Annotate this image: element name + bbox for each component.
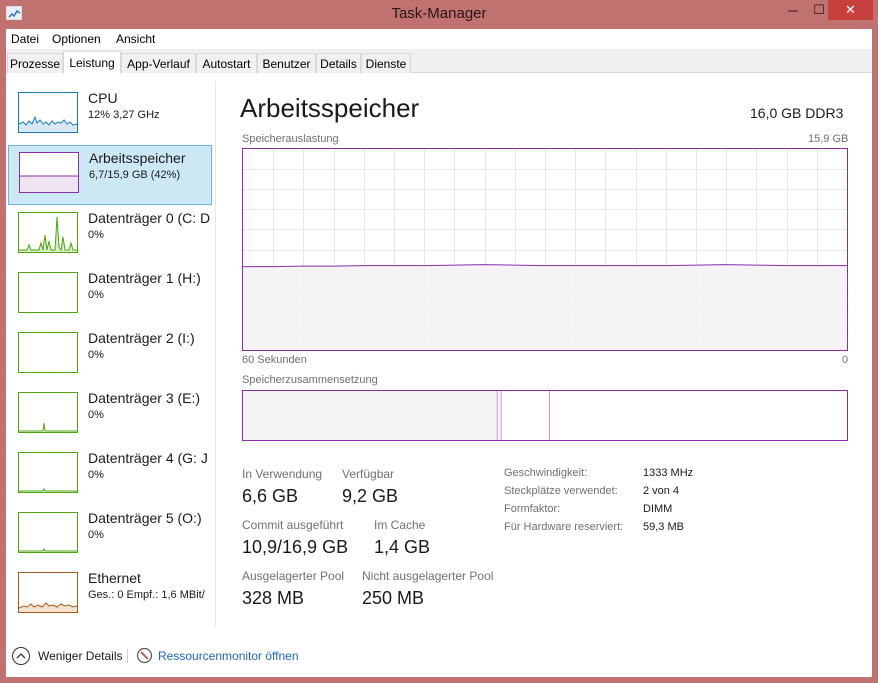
sidebar-memory-sub: 6,7/15,9 GB (42%) bbox=[89, 169, 181, 181]
tab-autostart[interactable]: Autostart bbox=[196, 53, 257, 73]
sidebar-item-disk5[interactable]: Datenträger 5 (O:) 0% bbox=[8, 506, 212, 566]
sidebar-disk2-name: Datenträger 2 (I:) bbox=[88, 330, 195, 346]
info-slots-label: Steckplätze verwendet: bbox=[504, 485, 618, 497]
chevron-up-icon bbox=[12, 647, 30, 665]
sidebar-item-ethernet[interactable]: Ethernet Ges.: 0 Empf.: 1,6 MBit/ bbox=[8, 566, 212, 626]
page-title: Arbeitsspeicher bbox=[240, 93, 420, 123]
menu-optionen[interactable]: Optionen bbox=[52, 32, 101, 46]
sidebar-disk3-sub: 0% bbox=[88, 409, 104, 421]
cpu-graph-icon bbox=[18, 92, 78, 133]
sidebar-memory-name: Arbeitsspeicher bbox=[89, 150, 186, 166]
sidebar-disk5-name: Datenträger 5 (O:) bbox=[88, 510, 202, 526]
window-title: Task-Manager bbox=[391, 5, 487, 22]
info-reserved-label: Für Hardware reserviert: bbox=[504, 521, 624, 533]
tab-benutzer[interactable]: Benutzer bbox=[257, 53, 316, 73]
graph-time-left: 60 Sekunden bbox=[242, 354, 307, 366]
performance-sidebar: CPU 12% 3,27 GHz Arbeitsspeicher 6,7/15,… bbox=[6, 74, 216, 629]
sidebar-item-disk2[interactable]: Datenträger 2 (I:) 0% bbox=[8, 326, 212, 386]
sidebar-divider bbox=[215, 81, 216, 626]
disk-graph-icon bbox=[18, 512, 78, 553]
composition-in-use bbox=[243, 391, 497, 440]
disk-graph-icon bbox=[18, 332, 78, 373]
stat-nonpaged-pool-label: Nicht ausgelagerter Pool bbox=[362, 569, 494, 583]
resource-monitor-link[interactable]: Ressourcenmonitor öffnen bbox=[136, 645, 306, 667]
tab-dienste[interactable]: Dienste bbox=[361, 53, 411, 73]
sidebar-disk0-sub: 0% bbox=[88, 229, 104, 241]
composition-label: Speicherzusammensetzung bbox=[242, 374, 378, 386]
fewer-details-button[interactable]: Weniger Details bbox=[12, 645, 124, 667]
fewer-details-label: Weniger Details bbox=[38, 649, 123, 663]
sidebar-disk2-sub: 0% bbox=[88, 349, 104, 361]
sidebar-item-disk0[interactable]: Datenträger 0 (C: D 0% bbox=[8, 206, 212, 266]
sidebar-disk0-name: Datenträger 0 (C: D bbox=[88, 210, 211, 226]
sidebar-disk1-sub: 0% bbox=[88, 289, 104, 301]
sidebar-disk4-sub: 0% bbox=[88, 469, 104, 481]
sidebar-item-disk3[interactable]: Datenträger 3 (E:) 0% bbox=[8, 386, 212, 446]
title-bar: Task-Manager ─ ☐ ✕ bbox=[0, 0, 878, 29]
sidebar-item-memory[interactable]: Arbeitsspeicher 6,7/15,9 GB (42%) bbox=[8, 145, 212, 205]
menu-ansicht[interactable]: Ansicht bbox=[116, 32, 155, 46]
sidebar-item-disk1[interactable]: Datenträger 1 (H:) 0% bbox=[8, 266, 212, 326]
sidebar-ethernet-name: Ethernet bbox=[88, 570, 141, 586]
resource-monitor-icon bbox=[136, 647, 153, 669]
resource-monitor-label: Ressourcenmonitor öffnen bbox=[158, 649, 299, 663]
disk-graph-icon bbox=[18, 272, 78, 313]
tab-app-verlauf[interactable]: App-Verlauf bbox=[121, 53, 196, 73]
usage-area bbox=[243, 264, 847, 350]
close-button[interactable]: ✕ bbox=[828, 0, 873, 20]
sidebar-ethernet-sub: Ges.: 0 Empf.: 1,6 MBit/ bbox=[88, 589, 205, 601]
memory-type: 16,0 GB DDR3 bbox=[750, 105, 844, 121]
info-speed-value: 1333 MHz bbox=[643, 467, 694, 479]
network-graph-icon bbox=[18, 572, 78, 613]
info-formfactor-value: DIMM bbox=[643, 503, 673, 515]
disk-graph-icon bbox=[18, 392, 78, 433]
sidebar-disk1-name: Datenträger 1 (H:) bbox=[88, 270, 201, 286]
info-reserved-value: 59,3 MB bbox=[643, 521, 684, 533]
menu-datei[interactable]: Datei bbox=[11, 32, 39, 46]
memory-graph-icon bbox=[19, 152, 79, 193]
disk-graph-icon bbox=[18, 452, 78, 493]
memory-composition-bar bbox=[242, 390, 848, 441]
sidebar-disk4-name: Datenträger 4 (G: J bbox=[88, 450, 208, 466]
stat-paged-pool-label: Ausgelagerter Pool bbox=[242, 569, 345, 583]
stat-cached-value: 1,4 GB bbox=[374, 537, 431, 557]
usage-graph-max: 15,9 GB bbox=[808, 133, 849, 145]
stat-cached-label: Im Cache bbox=[374, 518, 426, 532]
footer-bar: Weniger Details Ressourcenmonitor öffnen bbox=[6, 635, 872, 677]
sidebar-item-cpu[interactable]: CPU 12% 3,27 GHz bbox=[8, 86, 212, 146]
graph-time-right: 0 bbox=[842, 354, 849, 366]
info-formfactor-label: Formfaktor: bbox=[504, 503, 561, 515]
tab-bar: Prozesse Leistung App-Verlauf Autostart … bbox=[6, 49, 872, 74]
disk-graph-icon bbox=[18, 212, 78, 253]
stat-paged-pool-value: 328 MB bbox=[242, 588, 305, 608]
tab-leistung[interactable]: Leistung bbox=[63, 51, 121, 74]
stat-available-value: 9,2 GB bbox=[342, 486, 399, 506]
window-client: Datei Optionen Ansicht Prozesse Leistung… bbox=[6, 29, 872, 677]
stat-in-use-label: In Verwendung bbox=[242, 467, 323, 481]
sidebar-cpu-sub: 12% 3,27 GHz bbox=[88, 109, 160, 121]
usage-graph-label: Speicherauslastung bbox=[242, 133, 339, 145]
tab-prozesse[interactable]: Prozesse bbox=[7, 53, 63, 73]
sidebar-cpu-name: CPU bbox=[88, 90, 118, 106]
stat-available-label: Verfügbar bbox=[342, 467, 395, 481]
sidebar-item-disk4[interactable]: Datenträger 4 (G: J 0% bbox=[8, 446, 212, 506]
stat-commit-label: Commit ausgeführt bbox=[242, 518, 344, 532]
sidebar-disk3-name: Datenträger 3 (E:) bbox=[88, 390, 201, 406]
composition-modified bbox=[497, 391, 501, 440]
info-speed-label: Geschwindigkeit: bbox=[504, 467, 588, 479]
minimize-button[interactable]: ─ bbox=[780, 0, 806, 20]
tab-details[interactable]: Details bbox=[316, 53, 361, 73]
memory-usage-graph bbox=[242, 148, 848, 351]
footer-divider bbox=[127, 649, 128, 663]
menu-bar: Datei Optionen Ansicht bbox=[6, 29, 872, 48]
sidebar-disk5-sub: 0% bbox=[88, 529, 104, 541]
stat-in-use-value: 6,6 GB bbox=[242, 486, 299, 506]
info-slots-value: 2 von 4 bbox=[643, 485, 680, 497]
stat-commit-value: 10,9/16,9 GB bbox=[242, 537, 349, 557]
stat-nonpaged-pool-value: 250 MB bbox=[362, 588, 425, 608]
